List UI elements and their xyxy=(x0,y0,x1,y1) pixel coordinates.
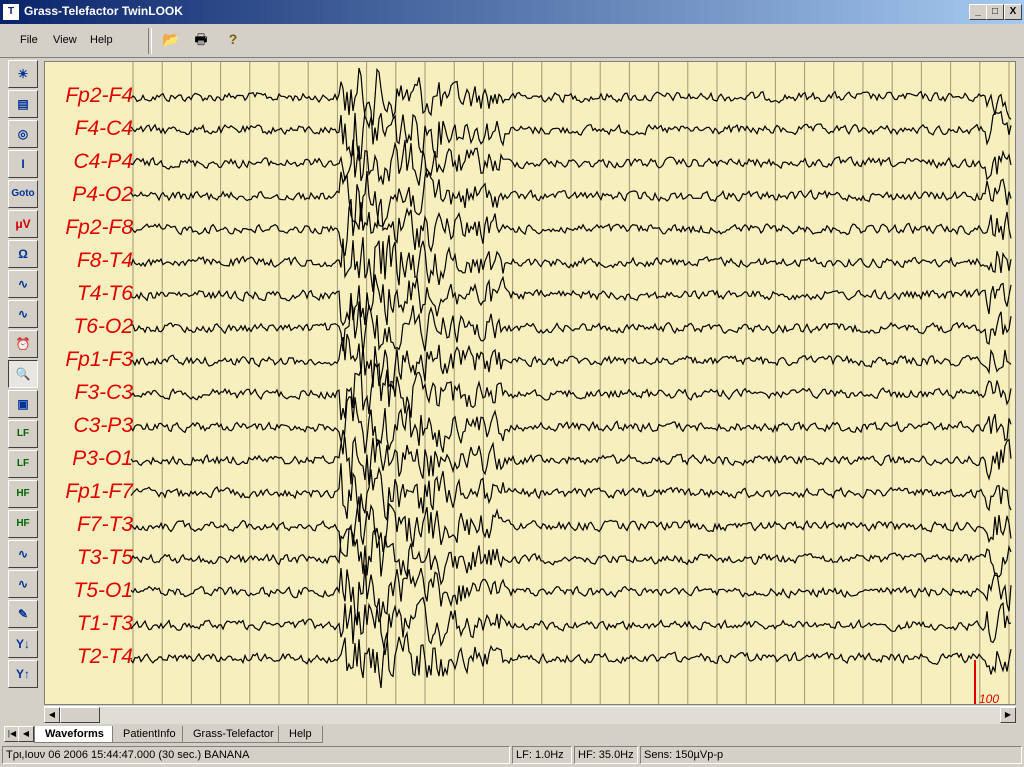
tool-up-icon[interactable]: Y↑ xyxy=(8,660,38,688)
status-lf: LF: 1.0Hz xyxy=(512,746,572,764)
scroll-left-button[interactable]: ◀ xyxy=(44,707,60,723)
minimize-button[interactable]: _ xyxy=(969,4,987,20)
menu-view[interactable]: View xyxy=(53,34,77,46)
channel-label: Fp1-F3 xyxy=(65,348,133,371)
status-hf: HF: 35.0Hz xyxy=(574,746,638,764)
eeg-waveforms xyxy=(130,62,1012,704)
lf-down-icon[interactable]: LF xyxy=(8,420,38,448)
channel-label: P3-O1 xyxy=(72,447,133,470)
channel-label: C4-P4 xyxy=(73,150,133,173)
lf-up-icon[interactable]: LF xyxy=(8,450,38,478)
montage-icon[interactable]: ◎ xyxy=(8,120,38,148)
scale-label: 100 xyxy=(979,692,1000,705)
impedance-icon[interactable]: Ω xyxy=(8,240,38,268)
sensitivity-icon[interactable]: μV xyxy=(8,210,38,238)
channel-label: T2-T4 xyxy=(76,645,133,668)
menu-bar: File View Help xyxy=(0,24,1024,58)
tab-waveforms[interactable]: Waveforms xyxy=(34,726,115,743)
tool-down-icon[interactable]: Y↓ xyxy=(8,630,38,658)
eeg-trace-area[interactable]: Fp2-F4 F4-C4 C4-P4 P4-O2 Fp2-F8 F8-T4 T4-T6 T6-… xyxy=(44,61,1016,705)
app-icon: T xyxy=(3,4,19,20)
wave-up-icon[interactable]: ∿ xyxy=(8,270,38,298)
close-button[interactable]: X xyxy=(1004,4,1022,20)
channel-label: F8-T4 xyxy=(76,249,133,272)
channel-label: F3-C3 xyxy=(74,381,133,404)
maximize-button[interactable]: □ xyxy=(986,4,1004,20)
channel-label: C3-P3 xyxy=(73,414,133,437)
tab-prev-button[interactable]: ◀ xyxy=(18,726,34,742)
hf-down-icon[interactable]: HF xyxy=(8,480,38,508)
tab-patientinfo[interactable]: PatientInfo xyxy=(112,726,187,743)
channel-label: T3-T5 xyxy=(76,546,133,569)
help-icon[interactable]: ? xyxy=(222,29,244,49)
print-icon[interactable]: 🖶 xyxy=(190,29,212,49)
menu-help[interactable]: Help xyxy=(90,34,113,46)
channel-label: Fp1-F7 xyxy=(65,480,133,503)
channel-label: T1-T3 xyxy=(76,612,133,635)
channel-label: T6-O2 xyxy=(73,315,133,338)
cursor-icon[interactable]: I xyxy=(8,150,38,178)
window-title: Grass-Telefactor TwinLOOK xyxy=(24,4,183,18)
scroll-right-button[interactable]: ▶ xyxy=(1000,707,1016,723)
tab-help[interactable]: Help xyxy=(278,726,323,743)
notch-off-icon[interactable]: ∿ xyxy=(8,570,38,598)
toolbar-separator xyxy=(148,28,152,54)
channel-label: Fp2-F8 xyxy=(65,216,133,239)
channel-label: P4-O2 xyxy=(72,183,133,206)
channel-label: F7-T3 xyxy=(76,513,133,536)
channel-label: Fp2-F4 xyxy=(65,84,133,107)
title-bar: T Grass-Telefactor TwinLOOK _ □ X xyxy=(0,0,1024,24)
pen-icon[interactable]: ✎ xyxy=(8,600,38,628)
zoom-icon[interactable]: 🔍 xyxy=(8,360,38,388)
video-icon[interactable]: ▣ xyxy=(8,390,38,418)
lightbulb-icon[interactable]: ☀ xyxy=(8,60,38,88)
left-toolbar: ☀ ▤ ◎ I Goto μV Ω ∿ ∿ ⏰ 🔍 ▣ LF LF HF HF ∿ ∿ ✎ Y↓ Y↑ xyxy=(5,60,41,690)
hf-up-icon[interactable]: HF xyxy=(8,510,38,538)
channel-label: F4-C4 xyxy=(74,117,133,140)
tab-grass-telefactor[interactable]: Grass-Telefactor xyxy=(182,726,285,743)
horizontal-scrollbar[interactable]: ◀ ▶ xyxy=(44,706,1016,724)
open-folder-icon[interactable]: 📂 xyxy=(160,29,182,49)
status-datetime: Τρι,Ιουν 06 2006 15:44:47.000 (30 sec.) … xyxy=(2,746,510,764)
status-sens: Sens: 150µVp-p xyxy=(640,746,1022,764)
notch-icon[interactable]: ∿ xyxy=(8,540,38,568)
channel-label: T4-T6 xyxy=(76,282,133,305)
menu-file[interactable]: File xyxy=(20,34,38,46)
goto-button[interactable]: Goto xyxy=(8,180,38,208)
scroll-thumb[interactable] xyxy=(60,707,100,723)
alarm-icon[interactable]: ⏰ xyxy=(8,330,38,358)
clipboard-icon[interactable]: ▤ xyxy=(8,90,38,118)
wave-down-icon[interactable]: ∿ xyxy=(8,300,38,328)
channel-label: T5-O1 xyxy=(73,579,133,602)
status-bar: Τρι,Ιουν 06 2006 15:44:47.000 (30 sec.) … xyxy=(0,745,1024,767)
sheet-tabs: |◀ ◀ Waveforms PatientInfo Grass-Telefac… xyxy=(0,724,1024,744)
